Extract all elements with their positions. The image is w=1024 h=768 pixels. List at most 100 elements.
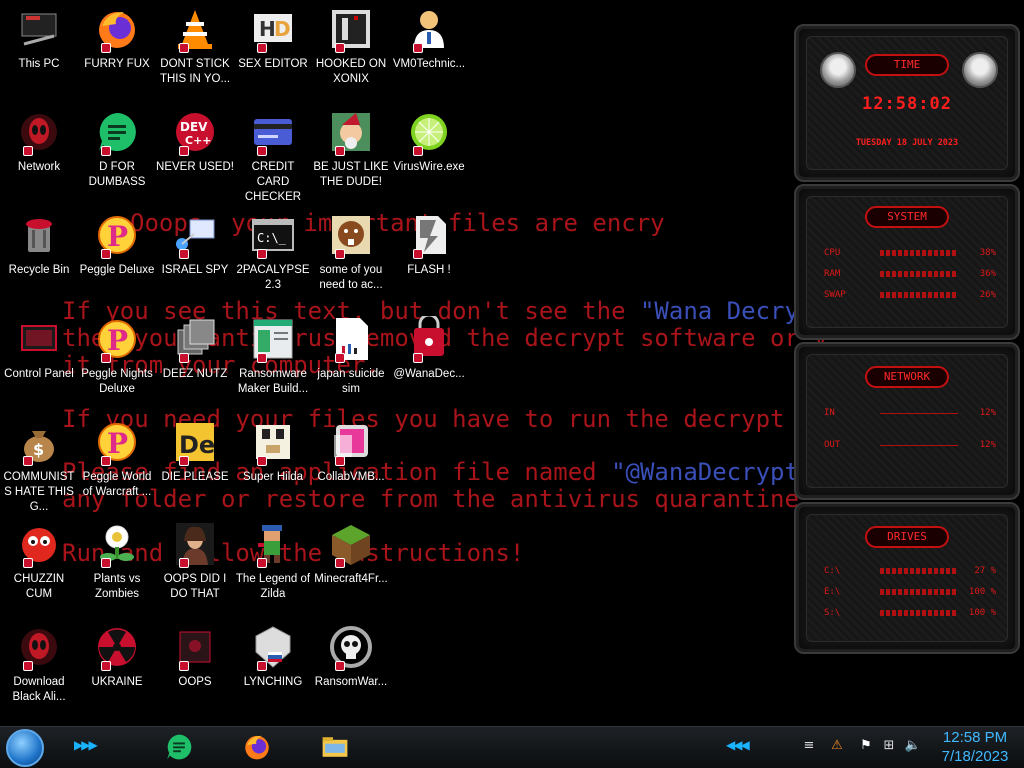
desktop-icon-label: @WanaDec... [393,368,465,380]
desktop-icon[interactable]: ISRAEL SPY [156,212,234,278]
computer-icon [16,6,62,52]
network-icon[interactable]: ⊞ [880,736,898,754]
desktop-icon[interactable]: DEEZ NUTZ [156,316,234,382]
desktop-icon-label: CREDIT CARD CHECKER [244,161,302,203]
lock-overlay-icon [257,456,267,466]
desktop-icon-label: Recycle Bin [8,264,70,276]
desktop-icon-label: Control Panel [4,368,74,380]
radiation-icon [94,624,140,671]
stat-bar [880,610,958,616]
green-chat-icon [94,109,140,156]
stat-name: IN [824,408,835,418]
desktop-icon[interactable]: FURRY FUX [78,6,156,72]
collabvm-icon [328,419,374,466]
stat-value: 12% [979,440,996,450]
desktop-icon[interactable]: Network [0,109,78,175]
taskbar-clock[interactable]: 12:58 PM 7/18/2023 [928,728,1022,766]
start-button[interactable] [6,729,44,767]
desktop-icon[interactable]: Recycle Bin [0,212,78,278]
lock-overlay-icon [23,456,33,466]
taskbar-app-file-explorer[interactable] [318,730,352,764]
alien-network-icon [16,109,62,156]
desktop-icon[interactable]: HOOKED ON XONIX [312,6,390,87]
shield-warning-icon[interactable]: ⚠ [828,736,846,754]
lock-overlay-icon [335,456,345,466]
svg-text:D: D [274,17,291,41]
desktop-icon[interactable]: The Legend of Zilda [234,521,312,602]
lock-overlay-icon [413,353,423,363]
desktop-icon[interactable]: LYNCHING [234,624,312,690]
desktop-icon[interactable]: DEV C++ NEVER USED! [156,109,234,175]
desktop-icon-label: D FOR DUMBASS [88,161,146,188]
flash-file-icon [406,212,452,259]
network-widget-title: NETWORK [865,366,949,388]
desktop-icon[interactable]: RansomWar... [312,624,390,690]
de-icon: De [172,419,218,466]
desktop-icon[interactable]: CREDIT CARD CHECKER [234,109,312,205]
desktop-icon-label: NEVER USED! [156,161,234,173]
desktop-icon[interactable]: some of you need to ac... [312,212,390,293]
stacked-windows-icon [172,316,218,363]
desktop-icon[interactable]: C:\_ 2PACALYPSE 2.3 [234,212,312,293]
desktop-icon[interactable]: P Peggle Deluxe [78,212,156,278]
desktop-icon[interactable]: CHUZZIN CUM [0,521,78,602]
credit-card-icon [250,109,296,156]
alien-head-icon [820,52,856,88]
widget-date: TUESDAY 18 JULY 2023 [855,138,959,148]
desktop-icon[interactable]: OOPS DID I DO THAT [156,521,234,602]
network-widget: NETWORK IN 12% OUT 12% [794,342,1020,500]
desktop-icon-label: OOPS [178,676,212,688]
desktop-icon[interactable]: P Peggle World of Warcraft ... [78,419,156,500]
desktop-icon-label: Minecraft4Fr... [314,573,388,585]
svg-text:DEV: DEV [180,120,208,134]
volume-icon[interactable]: 🔈 [904,736,922,754]
desktop-icon[interactable]: CollabVMB... [312,419,390,485]
desktop-icon[interactable]: Super Hilda [234,419,312,485]
desktop-icon[interactable]: UKRAINE [78,624,156,690]
lock-overlay-icon [257,249,267,259]
desktop-icon-label: 2PACALYPSE 2.3 [236,264,310,291]
lock-overlay-icon [101,661,111,671]
dog-pixel-icon [250,419,296,466]
desktop-icon[interactable]: DONT STICK THIS IN YO... [156,6,234,87]
desktop-icon[interactable]: Minecraft4Fr... [312,521,390,587]
stat-name: S:\ [824,608,841,618]
green-chat-icon [164,732,194,762]
show-hidden-icons-icon[interactable]: ≡ [800,736,818,754]
vlc-cone-icon [172,6,218,53]
stat-name: SWAP [824,290,846,300]
desktop-icon[interactable]: Ransomware Maker Build... [234,316,312,397]
stat-bar [880,250,958,256]
blank-document-icon [328,316,374,363]
desktop-icon[interactable]: VM0Technic... [390,6,468,72]
lock-overlay-icon [257,661,267,671]
desktop-icon[interactable]: BE JUST LIKE THE DUDE! [312,109,390,190]
desktop-icon[interactable]: Plants vs Zombies [78,521,156,602]
desktop-icon[interactable]: P Peggle Nights Deluxe [78,316,156,397]
desktop-icon-label: japan suicide sim [317,368,385,395]
desktop-icon-label: LYNCHING [243,676,303,688]
lock-overlay-icon [257,558,267,568]
time-widget: TIME 12:58:02 TUESDAY 18 JULY 2023 [794,24,1020,182]
flag-icon[interactable]: ⚑ [857,736,875,754]
desktop-icon[interactable]: VirusWire.exe [390,109,468,175]
desktop-icon[interactable]: This PC [0,6,78,72]
desktop-icon[interactable]: De DIE PLEASE [156,419,234,485]
desktop-icon[interactable]: @WanaDec... [390,316,468,382]
desktop-icon-label: BE JUST LIKE THE DUDE! [313,161,389,188]
desktop-icon[interactable]: Download Black Ali... [0,624,78,705]
desktop-icon[interactable]: OOPS [156,624,234,690]
desktop-icon[interactable]: FLASH ! [390,212,468,278]
widget-clock: 12:58:02 [862,94,952,114]
taskbar-app-firefox[interactable] [240,730,274,764]
lock-overlay-icon [257,43,267,53]
taskbar-app-green-chat[interactable] [162,730,196,764]
desktop-icon[interactable]: D FOR DUMBASS [78,109,156,190]
desktop-icon[interactable]: japan suicide sim [312,316,390,397]
desktop-icon[interactable]: $ COMMUNISTS HATE THIS G... [0,419,78,515]
desktop-icon[interactable]: H D SEX EDITOR [234,6,312,72]
desktop-icon[interactable]: Control Panel [0,316,78,382]
drives-widget: DRIVES C:\ 27 % E:\ 100 % S:\ 100 % [794,502,1020,654]
control-panel-icon [16,316,62,362]
desktop-icon-label: SEX EDITOR [238,58,308,70]
